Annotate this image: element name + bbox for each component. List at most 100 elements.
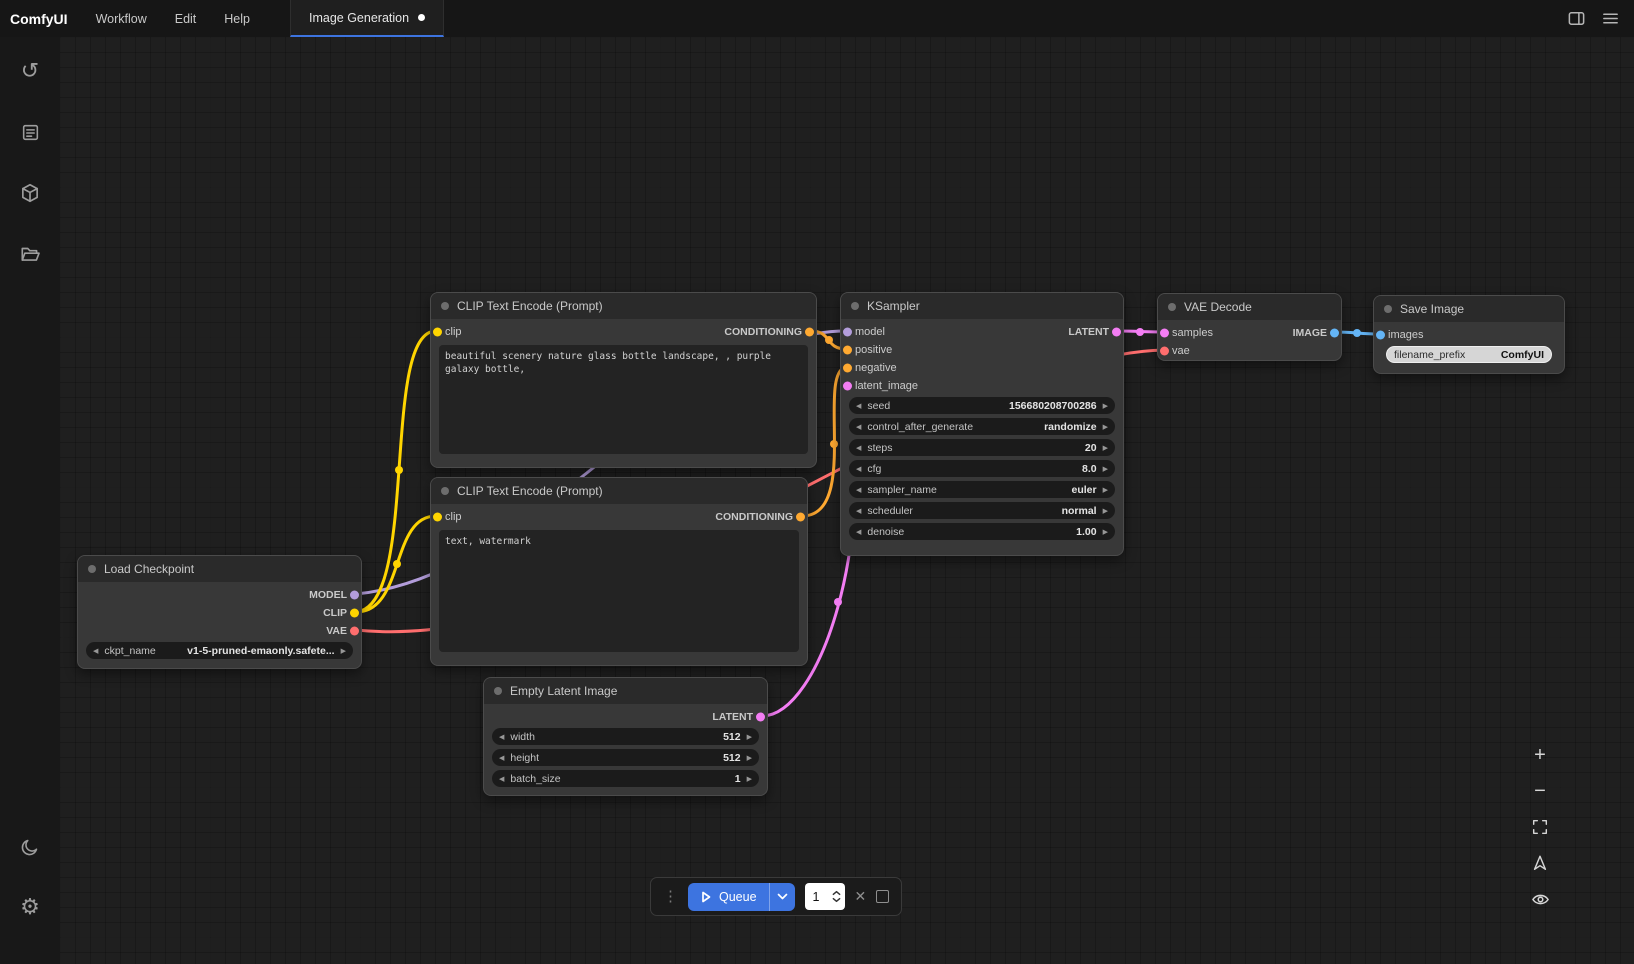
widget-denoise[interactable]: ◀ denoise 1.00 ▶ — [849, 523, 1115, 540]
node-header[interactable]: CLIP Text Encode (Prompt) — [431, 293, 816, 319]
node-load-checkpoint[interactable]: Load Checkpoint MODEL CLIP VAE ◀ ckpt_na — [77, 555, 362, 669]
collapse-dot[interactable] — [1384, 305, 1392, 313]
queue-button[interactable]: Queue — [688, 883, 795, 911]
decrement-icon[interactable] — [832, 897, 841, 903]
widget-ckpt-name[interactable]: ◀ ckpt_name v1-5-pruned-emaonly.safete..… — [86, 642, 353, 659]
zoom-out-icon[interactable]: − — [1528, 779, 1552, 803]
link-midpoint-dot[interactable] — [1353, 329, 1361, 337]
batch-count-input[interactable]: 1 — [805, 883, 845, 910]
decrement-arrow-icon[interactable]: ◀ — [856, 486, 861, 494]
prompt-textarea[interactable]: beautiful scenery nature glass bottle la… — [439, 345, 808, 454]
link-midpoint-dot[interactable] — [393, 560, 401, 568]
link-midpoint-dot[interactable] — [1136, 328, 1144, 336]
tab-image-generation[interactable]: Image Generation — [290, 0, 444, 37]
output-port-latent[interactable] — [1112, 328, 1121, 337]
node-clip-text-encode-negative[interactable]: CLIP Text Encode (Prompt) clip CONDITION… — [430, 477, 808, 666]
node-empty-latent-image[interactable]: Empty Latent Image LATENT ◀ width 512 ▶ … — [483, 677, 768, 796]
node-header[interactable]: Empty Latent Image — [484, 678, 767, 704]
increment-arrow-icon[interactable]: ▶ — [1103, 507, 1108, 515]
widget-sampler-name[interactable]: ◀ sampler_name euler ▶ — [849, 481, 1115, 498]
collapse-dot[interactable] — [1168, 303, 1176, 311]
toggle-visibility-eye-icon[interactable] — [1528, 887, 1552, 911]
link-midpoint-dot[interactable] — [825, 336, 833, 344]
next-arrow-icon[interactable]: ▶ — [341, 647, 346, 655]
decrement-arrow-icon[interactable]: ◀ — [856, 528, 861, 536]
input-port-negative[interactable] — [843, 364, 852, 373]
history-icon[interactable]: ↺ — [10, 51, 50, 91]
decrement-arrow-icon[interactable]: ◀ — [499, 733, 504, 741]
cancel-x-icon[interactable]: ✕ — [855, 888, 867, 905]
select-cursor-icon[interactable] — [1528, 851, 1552, 875]
node-header[interactable]: CLIP Text Encode (Prompt) — [431, 478, 807, 504]
input-port-images[interactable] — [1376, 331, 1385, 340]
decrement-arrow-icon[interactable]: ◀ — [499, 754, 504, 762]
zoom-in-icon[interactable]: + — [1528, 743, 1552, 767]
widget-width[interactable]: ◀ width 512 ▶ — [492, 728, 759, 745]
node-canvas[interactable]: Load Checkpoint MODEL CLIP VAE ◀ ckpt_na — [60, 37, 1634, 964]
collapse-dot[interactable] — [851, 302, 859, 310]
widget-batch-size[interactable]: ◀ batch_size 1 ▶ — [492, 770, 759, 787]
settings-gear-icon[interactable]: ⚙ — [10, 887, 50, 927]
increment-arrow-icon[interactable]: ▶ — [1103, 444, 1108, 452]
input-port-model[interactable] — [843, 328, 852, 337]
collapse-dot[interactable] — [88, 565, 96, 573]
widget-seed[interactable]: ◀ seed 156680208700286 ▶ — [849, 397, 1115, 414]
node-header[interactable]: Load Checkpoint — [78, 556, 361, 582]
increment-arrow-icon[interactable]: ▶ — [1103, 528, 1108, 536]
output-port-model[interactable] — [350, 591, 359, 600]
output-port-conditioning[interactable] — [796, 513, 805, 522]
widget-cfg[interactable]: ◀ cfg 8.0 ▶ — [849, 460, 1115, 477]
menu-help[interactable]: Help — [210, 0, 264, 37]
output-port-clip[interactable] — [350, 609, 359, 618]
input-port-positive[interactable] — [843, 346, 852, 355]
increment-arrow-icon[interactable]: ▶ — [1103, 465, 1108, 473]
node-header[interactable]: VAE Decode — [1158, 294, 1341, 320]
widget-scheduler[interactable]: ◀ scheduler normal ▶ — [849, 502, 1115, 519]
input-port-vae[interactable] — [1160, 347, 1169, 356]
drag-handle-icon[interactable]: ⋮ — [663, 889, 678, 904]
menu-workflow[interactable]: Workflow — [82, 0, 161, 37]
decrement-arrow-icon[interactable]: ◀ — [856, 444, 861, 452]
increment-icon[interactable] — [832, 890, 841, 896]
widget-height[interactable]: ◀ height 512 ▶ — [492, 749, 759, 766]
increment-arrow-icon[interactable]: ▶ — [747, 733, 752, 741]
app-logo[interactable]: ComfyUI — [0, 0, 82, 37]
increment-arrow-icon[interactable]: ▶ — [747, 754, 752, 762]
decrement-arrow-icon[interactable]: ◀ — [856, 423, 861, 431]
input-port-samples[interactable] — [1160, 329, 1169, 338]
input-port-latent-image[interactable] — [843, 382, 852, 391]
output-port-conditioning[interactable] — [805, 328, 814, 337]
increment-arrow-icon[interactable]: ▶ — [1103, 486, 1108, 494]
input-port-clip[interactable] — [433, 328, 442, 337]
widget-control-after-generate[interactable]: ◀ control_after_generate randomize ▶ — [849, 418, 1115, 435]
link-midpoint-dot[interactable] — [830, 440, 838, 448]
hamburger-menu-icon[interactable] — [1596, 5, 1624, 33]
workflows-folder-icon[interactable] — [10, 234, 50, 274]
increment-arrow-icon[interactable]: ▶ — [1103, 423, 1108, 431]
output-port-vae[interactable] — [350, 627, 359, 636]
menu-edit[interactable]: Edit — [161, 0, 211, 37]
collapse-dot[interactable] — [494, 687, 502, 695]
node-ksampler[interactable]: KSampler model LATENT positive negative — [840, 292, 1124, 556]
queue-options-chevron-icon[interactable] — [769, 883, 795, 911]
output-port-image[interactable] — [1330, 329, 1339, 338]
collapse-dot[interactable] — [441, 302, 449, 310]
queue-icon[interactable] — [10, 112, 50, 152]
increment-arrow-icon[interactable]: ▶ — [747, 775, 752, 783]
link-midpoint-dot[interactable] — [395, 466, 403, 474]
node-header[interactable]: Save Image — [1374, 296, 1564, 322]
toggle-panel-icon[interactable] — [1562, 5, 1590, 33]
prompt-textarea[interactable]: text, watermark — [439, 530, 799, 652]
input-port-clip[interactable] — [433, 513, 442, 522]
widget-steps[interactable]: ◀ steps 20 ▶ — [849, 439, 1115, 456]
link-midpoint-dot[interactable] — [834, 598, 842, 606]
node-clip-text-encode-positive[interactable]: CLIP Text Encode (Prompt) clip CONDITION… — [430, 292, 817, 468]
decrement-arrow-icon[interactable]: ◀ — [856, 507, 861, 515]
output-port-latent[interactable] — [756, 713, 765, 722]
decrement-arrow-icon[interactable]: ◀ — [856, 465, 861, 473]
node-library-icon[interactable] — [10, 173, 50, 213]
node-header[interactable]: KSampler — [841, 293, 1123, 319]
decrement-arrow-icon[interactable]: ◀ — [499, 775, 504, 783]
stop-square-icon[interactable] — [876, 890, 889, 903]
node-vae-decode[interactable]: VAE Decode samples IMAGE vae — [1157, 293, 1342, 361]
